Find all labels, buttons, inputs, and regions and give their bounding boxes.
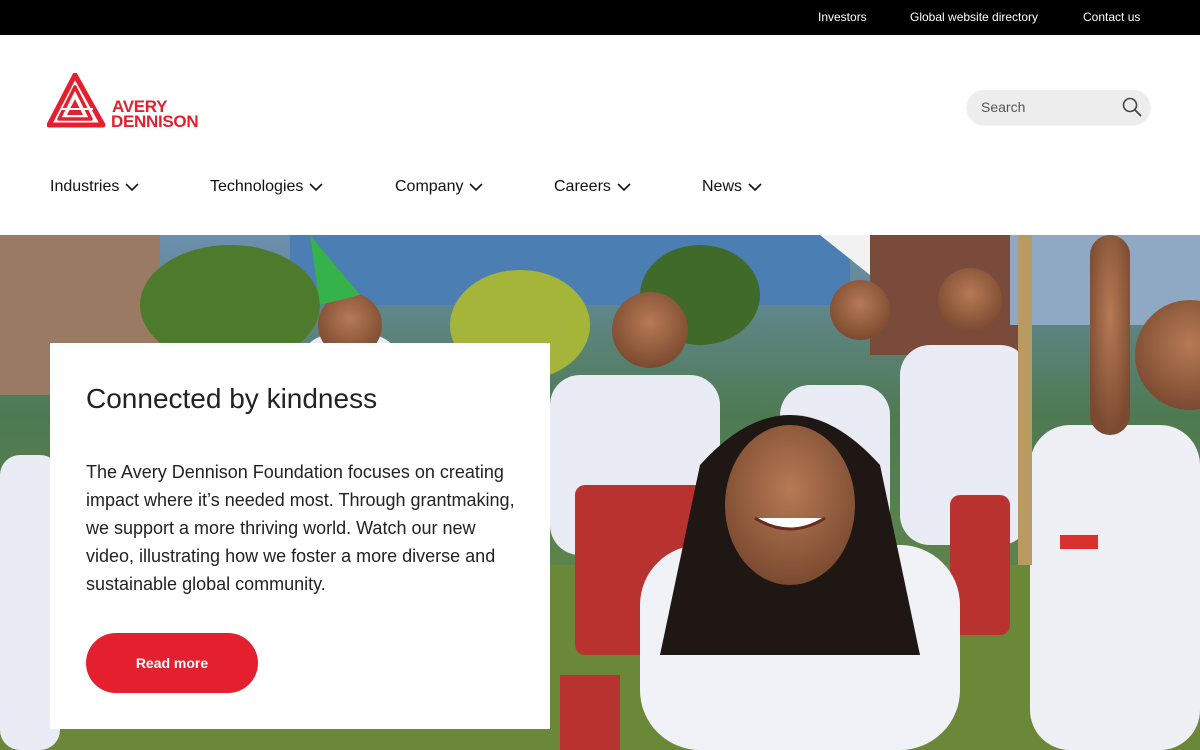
- search-box[interactable]: [967, 90, 1150, 124]
- read-more-button[interactable]: Read more: [86, 633, 258, 693]
- chevron-down-icon: [309, 183, 323, 192]
- brand-name-line2: DENNISON: [111, 112, 199, 131]
- nav-careers-label: Careers: [554, 178, 611, 195]
- chevron-down-icon: [748, 183, 762, 192]
- hero-description: The Avery Dennison Foundation focuses on…: [86, 462, 515, 594]
- hero-title: Connected by kindness: [86, 383, 378, 414]
- nav-industries[interactable]: Industries: [50, 178, 139, 196]
- chevron-down-icon: [469, 183, 484, 192]
- nav-technologies[interactable]: Technologies: [210, 178, 323, 196]
- nav-news-label: News: [702, 178, 743, 195]
- search-icon[interactable]: [1122, 97, 1142, 117]
- nav-news[interactable]: News: [702, 178, 762, 196]
- contact-us-link[interactable]: Contact us: [1083, 10, 1140, 24]
- hero-card: Connected by kindness The Avery Dennison…: [50, 343, 550, 729]
- nav-technologies-label: Technologies: [210, 178, 304, 195]
- nav-careers[interactable]: Careers: [554, 178, 631, 196]
- search-input[interactable]: [981, 97, 1111, 117]
- brand-logo[interactable]: AVERY DENNISON: [46, 72, 217, 131]
- chevron-down-icon: [125, 183, 139, 192]
- global-directory-link[interactable]: Global website directory: [910, 10, 1038, 24]
- chevron-down-icon: [617, 183, 631, 192]
- nav-company-label: Company: [395, 178, 464, 195]
- brand-logo-mark-icon: [46, 72, 106, 128]
- nav-company[interactable]: Company: [395, 178, 484, 196]
- brand-wordmark: AVERY DENNISON: [111, 98, 199, 131]
- nav-industries-label: Industries: [50, 178, 120, 195]
- site-header: AVERY DENNISON Industries Technologies C…: [0, 35, 1200, 235]
- investors-link[interactable]: Investors: [818, 10, 867, 24]
- utility-bar: Investors Global website directory Conta…: [0, 0, 1200, 35]
